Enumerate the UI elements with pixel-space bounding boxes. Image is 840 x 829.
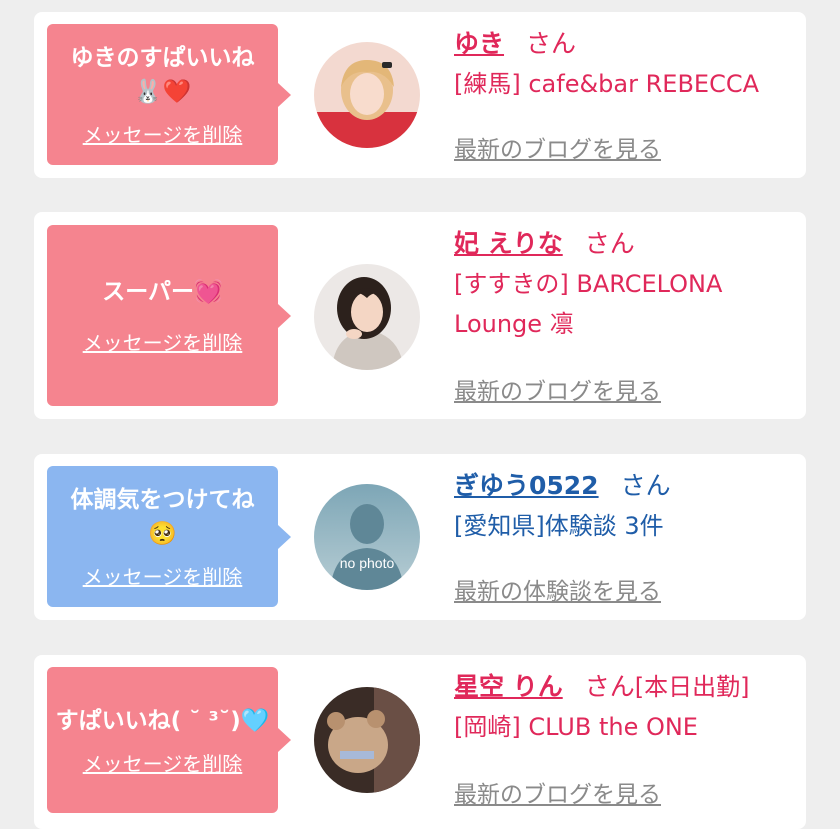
avatar-photo [314,687,420,793]
cast-name-link[interactable]: 星空 りん [454,672,563,701]
message-text: スーパー💓 [102,279,223,305]
message-emoji: 🐰❤️ [133,79,192,105]
no-photo-avatar: no photo [314,484,420,590]
delete-message-link[interactable]: メッセージを削除 [83,561,243,590]
delete-message-link[interactable]: メッセージを削除 [83,748,243,777]
message-card: 体調気をつけてね 🥺 メッセージを削除 no photo ぎゆう0522 さん [… [34,454,806,620]
message-text: すぱいいね( ˘ ³˘)🩵 [55,707,270,734]
shop-name: [すすきの] BARCELONA Lounge 凛 [454,270,723,338]
cast-info: 妃 えりな さん [すすきの] BARCELONA Lounge 凛 [454,228,792,344]
status-badge: [本日出勤] [634,673,750,701]
message-emoji: 🥺 [148,521,177,547]
avatar[interactable] [314,687,420,793]
cast-name-link[interactable]: ゆき [454,29,504,58]
avatar-photo [314,264,420,370]
cast-info: 星空 りん さん[本日出勤] [岡崎] CLUB the ONE [454,671,792,747]
shop-name: [岡崎] CLUB the ONE [454,713,698,741]
message-bubble: 体調気をつけてね 🥺 メッセージを削除 [47,466,291,607]
message-card: スーパー💓 メッセージを削除 妃 えりな さん [すすきの] BARCELONA … [34,212,806,419]
name-suffix: さん [584,229,635,258]
avatar-photo [314,42,420,148]
cast-info: ゆき さん [練馬] cafe&bar REBECCA [454,28,792,104]
name-suffix: さん [526,29,577,58]
message-bubble: すぱいいね( ˘ ³˘)🩵 メッセージを削除 [47,667,291,813]
delete-message-link[interactable]: メッセージを削除 [83,327,243,356]
name-suffix: さん [584,672,635,701]
message-bubble: ゆきのすぱいいね 🐰❤️ メッセージを削除 [47,24,291,165]
latest-blog-link[interactable]: 最新のブログを見る [454,372,661,406]
cast-name-link[interactable]: 妃 えりな [454,229,563,258]
message-bubble: スーパー💓 メッセージを削除 [47,225,291,406]
user-name-link[interactable]: ぎゆう0522 [454,471,599,500]
avatar[interactable]: no photo [314,484,420,590]
message-card: ゆきのすぱいいね 🐰❤️ メッセージを削除 ゆき さん [練馬] cafe&bar… [34,12,806,178]
name-suffix: さん [620,471,671,500]
message-card: すぱいいね( ˘ ³˘)🩵 メッセージを削除 星空 りん さん[本日出勤] [岡崎… [34,655,806,829]
delete-message-link[interactable]: メッセージを削除 [83,119,243,148]
review-count: [愛知県]体験談 3件 [454,512,664,540]
latest-blog-link[interactable]: 最新のブログを見る [454,130,661,164]
no-photo-label: no photo [340,555,395,571]
latest-blog-link[interactable]: 最新のブログを見る [454,775,661,809]
avatar[interactable] [314,42,420,148]
message-text: 体調気をつけてね [70,487,255,513]
latest-review-link[interactable]: 最新の体験談を見る [454,572,661,606]
message-text: ゆきのすぱいいね [70,45,255,71]
avatar[interactable] [314,264,420,370]
user-info: ぎゆう0522 さん [愛知県]体験談 3件 [454,470,792,546]
shop-name: [練馬] cafe&bar REBECCA [454,70,760,98]
